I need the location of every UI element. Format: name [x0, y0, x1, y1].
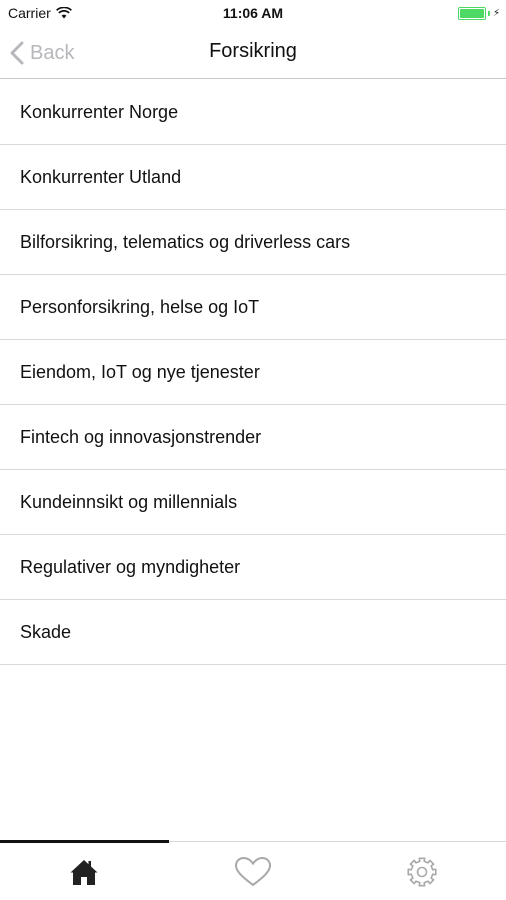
tab-home[interactable] [0, 842, 168, 900]
battery-tip [487, 11, 490, 16]
status-time: 11:06 AM [222, 5, 284, 21]
gear-icon [406, 856, 438, 888]
battery-indicator: ⚡ [457, 7, 500, 20]
list-item[interactable]: Eiendom, IoT og nye tjenester [0, 340, 506, 405]
list-item[interactable]: Personforsikring, helse og IoT [0, 275, 506, 340]
battery-body [457, 7, 486, 20]
charging-bolt-icon: ⚡ [492, 8, 500, 19]
tab-favorites[interactable] [169, 842, 337, 900]
list-item[interactable]: Kundeinnsikt og millennials [0, 470, 506, 535]
status-bar: Carrier 11:06 AM ⚡ [0, 0, 506, 28]
home-icon [69, 858, 99, 886]
tab-bar [0, 840, 506, 900]
list-item[interactable]: Fintech og innovasjonstrender [0, 405, 506, 470]
list-item[interactable]: Bilforsikring, telematics og driverless … [0, 210, 506, 275]
list-item[interactable]: Konkurrenter Utland [0, 145, 506, 210]
tab-settings[interactable] [338, 842, 506, 900]
list-item[interactable]: Konkurrenter Norge [0, 80, 506, 145]
topic-list: Konkurrenter Norge Konkurrenter Utland Bil… [0, 80, 506, 665]
navigation-bar: Back Forsikring [0, 28, 506, 79]
page-title: Forsikring [209, 40, 297, 62]
heart-icon [234, 856, 272, 888]
list-item[interactable]: Regulativer og myndigheter [0, 535, 506, 600]
list-item[interactable]: Skade [0, 600, 506, 665]
battery-fill [459, 9, 484, 18]
